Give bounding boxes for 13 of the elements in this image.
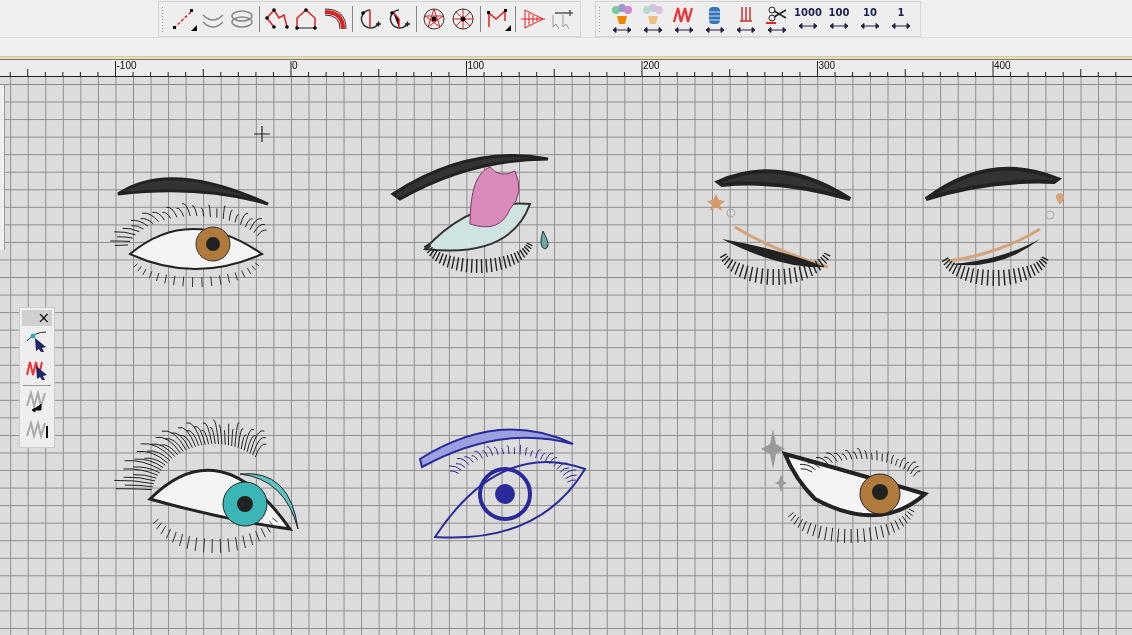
fan-tool-icon[interactable] [519, 6, 547, 31]
horizontal-ruler: -100 0 100 200 300 400 [0, 57, 1132, 77]
wheel-tool-icon[interactable] [449, 6, 477, 31]
pentagon-tool-icon[interactable] [292, 6, 320, 31]
step-button[interactable]: 100 [824, 7, 854, 30]
star-circle-tool-icon[interactable] [420, 6, 448, 31]
polyline-tool-icon[interactable] [263, 6, 291, 31]
line-tool-icon[interactable] [170, 6, 198, 31]
step-button[interactable]: 10 [855, 7, 885, 30]
step-button[interactable]: 1000 [793, 7, 823, 30]
crosshair-cursor-icon [253, 125, 271, 143]
zigzag-tool-icon[interactable] [484, 6, 512, 31]
step-button[interactable]: 1 [886, 7, 916, 30]
